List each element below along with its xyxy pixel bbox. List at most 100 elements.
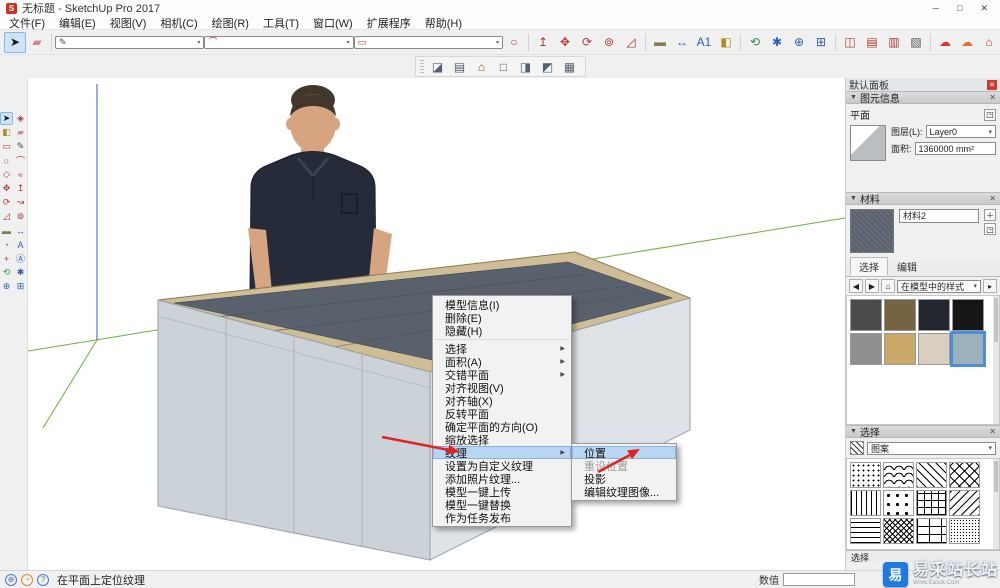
lt-dimension-tool-icon[interactable]: ↔ [14,224,27,237]
cm-hide[interactable]: 隐藏(H) [433,324,571,338]
person-figure[interactable] [248,85,392,292]
front-view-icon[interactable]: □ [493,56,515,77]
lt-orbit-tool-icon[interactable]: ⟲ [0,266,13,279]
section-plane-tool-icon[interactable]: ◫ [839,32,861,53]
styles-select-header[interactable]: ▼ 选择 ✕ [846,425,1000,439]
counter-model[interactable] [157,251,692,561]
active-material-thumbnail[interactable] [850,209,894,253]
lt-arc-tool-icon[interactable]: ⌒ [14,154,27,167]
material-swatch-beige[interactable] [918,333,950,365]
material-swatch-gray[interactable] [850,333,882,365]
menu-draw[interactable]: 绘图(R) [205,15,256,31]
lt-zoom-tool-icon[interactable]: ⊕ [0,280,13,293]
layer-dropdown[interactable]: Layer0 ▾ [925,125,996,138]
close-button[interactable]: ✕ [980,3,988,14]
pattern-diagonal-hatch[interactable] [916,462,947,488]
material-swatch-charcoal[interactable] [850,299,882,331]
right-view-icon[interactable]: ◨ [515,56,537,77]
pattern-crosshatch[interactable] [949,462,980,488]
zoom-tool-icon[interactable]: ⊕ [788,32,810,53]
circle-tool-icon[interactable]: ○ [503,32,525,53]
push-pull-tool-icon[interactable]: ↥ [532,32,554,53]
pattern-dense-dots[interactable] [949,518,980,544]
menu-extensions[interactable]: 扩展程序 [360,15,418,31]
materials-header[interactable]: ▼ 材料 ✕ [846,192,1000,206]
geolocation-icon[interactable]: ⊕ [5,573,17,586]
create-material-button[interactable]: ＋ [984,209,996,221]
zoom-extents-tool-icon[interactable]: ⊞ [810,32,832,53]
offset-tool-icon[interactable]: ⊚ [598,32,620,53]
back-view-icon[interactable]: ◩ [537,56,559,77]
maximize-button[interactable]: □ [957,3,962,14]
lt-paint-bucket-icon[interactable]: ◧ [0,126,13,139]
material-swatch-black[interactable] [952,299,984,331]
secondary-pane-button[interactable]: ◳ [984,223,996,235]
scale-tool-icon[interactable]: ◿ [620,32,642,53]
material-collection-dropdown[interactable]: 在模型中的样式 ▾ [897,279,981,293]
pattern-horizontal-lines[interactable] [850,518,881,544]
menu-camera[interactable]: 相机(C) [153,15,204,31]
in-model-icon[interactable]: ⌂ [881,279,895,293]
lt-line-tool-icon[interactable]: ✎ [14,140,27,153]
lt-polygon-tool-icon[interactable]: ◇ [0,168,13,181]
lt-circle-tool-icon[interactable]: ○ [0,154,13,167]
measurements-input[interactable] [783,573,855,586]
cloud-library-tool-icon[interactable]: ☁ [956,32,978,53]
material-swatch-bluegray[interactable] [952,333,984,365]
lt-axes-tool-icon[interactable]: + [0,252,13,265]
claim-credit-icon[interactable]: ◔ [21,573,33,586]
tape-measure-tool-icon[interactable]: ▬ [649,32,671,53]
rotate-tool-icon[interactable]: ⟳ [576,32,598,53]
lt-zoom-extents-icon[interactable]: ⊞ [14,280,27,293]
material-swatch-navy[interactable] [918,299,950,331]
forward-arrow-icon[interactable]: ▶ [865,279,879,293]
lt-offset-tool-icon[interactable]: ⊚ [14,210,27,223]
sm-edit-texture-image[interactable]: 编辑纹理图像... [572,485,676,499]
section-fill-tool-icon[interactable]: ▤ [861,32,883,53]
minimize-button[interactable]: ─ [933,3,939,14]
arc-tool-icon[interactable]: ⌒ [204,35,354,49]
match-photo-tool-icon[interactable]: ▧ [905,32,927,53]
tray-close-button[interactable]: ✕ [987,79,997,90]
text-tool-icon[interactable]: A1 [693,32,715,53]
menu-window[interactable]: 窗口(W) [306,15,360,31]
toolbar-grip[interactable] [419,59,424,74]
lt-rectangle-tool-icon[interactable]: ▭ [0,140,13,153]
menu-tools[interactable]: 工具(T) [256,15,306,31]
top-view-icon[interactable]: ▤ [449,56,471,77]
entity-info-header[interactable]: ▼ 图元信息 ✕ [846,91,1000,105]
eraser-tool-icon[interactable]: ▰ [26,32,48,53]
lt-select-tool-icon[interactable]: ➤ [0,112,13,125]
entity-info-options-button[interactable]: ◳ [984,108,996,121]
patterns-scrollbar[interactable] [993,459,999,549]
paint-bucket-tool-icon[interactable]: ◧ [715,32,737,53]
help-icon[interactable]: ? [37,573,49,586]
rectangle-tool-icon[interactable]: ▭ [353,35,503,49]
pattern-vertical-lines[interactable] [850,490,881,516]
lt-follow-me-tool-icon[interactable]: ↝ [14,196,27,209]
pattern-diagonal-left[interactable] [949,490,980,516]
lt-protractor-tool-icon[interactable]: ◔ [0,238,13,251]
lt-pan-tool-icon[interactable]: ✱ [14,266,27,279]
material-swatch-tan[interactable] [884,333,916,365]
lt-make-component-icon[interactable]: ◈ [14,112,27,125]
cm-publish-task[interactable]: 作为任务发布 [433,511,571,525]
menu-help[interactable]: 帮助(H) [418,15,469,31]
styles-close-icon[interactable]: ✕ [989,427,996,436]
menu-edit[interactable]: 编辑(E) [52,15,103,31]
lt-move-tool-icon[interactable]: ✥ [0,182,13,195]
cloud-upload-tool-icon[interactable]: ☁ [934,32,956,53]
model-warehouse-tool-icon[interactable]: ⌂ [978,32,1000,53]
lt-freehand-tool-icon[interactable]: ≈ [14,168,27,181]
lt-text-tool-icon[interactable]: A [14,238,27,251]
home-view-icon[interactable]: ⌂ [471,56,493,77]
lt-scale-tool-icon[interactable]: ◿ [0,210,13,223]
dimension-tool-icon[interactable]: ↔ [671,32,693,53]
material-swatch-olive[interactable] [884,299,916,331]
pattern-grid[interactable] [916,490,947,516]
pattern-shingles[interactable] [883,462,914,488]
print-icon[interactable]: ▦ [559,56,581,77]
move-tool-icon[interactable]: ✥ [554,32,576,53]
select-tool-icon[interactable]: ➤ [4,31,26,53]
material-name-field[interactable]: 材料2 [899,209,979,223]
